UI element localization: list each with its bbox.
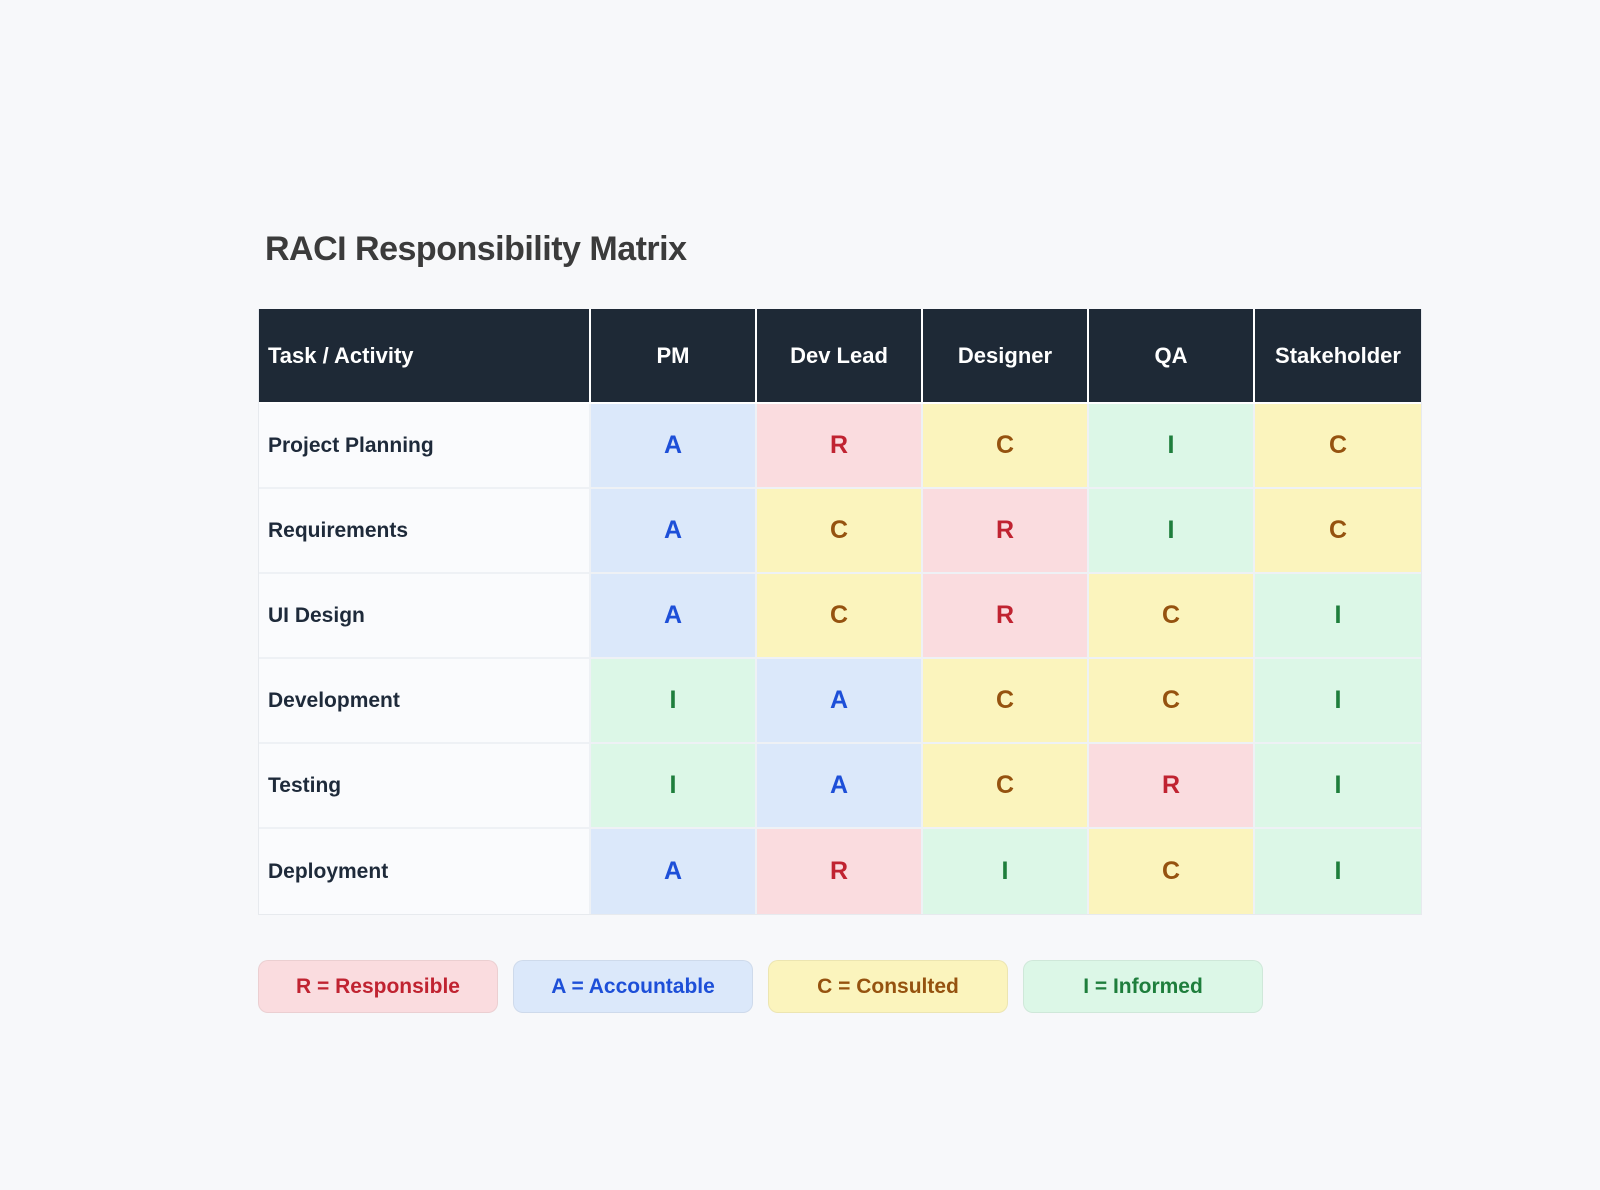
- table-row-development: DevelopmentIACCI: [259, 659, 1421, 744]
- legend-informed: I = Informed: [1023, 960, 1263, 1013]
- raci-cell-ui-design-pm: A: [591, 574, 757, 659]
- task-cell-requirements: Requirements: [259, 489, 591, 574]
- raci-cell-ui-design-stakeholder: I: [1255, 574, 1421, 659]
- column-header-qa: QA: [1089, 309, 1255, 404]
- raci-cell-ui-design-qa: C: [1089, 574, 1255, 659]
- raci-cell-testing-qa: R: [1089, 744, 1255, 829]
- column-header-stakeholder: Stakeholder: [1255, 309, 1421, 404]
- raci-cell-development-stakeholder: I: [1255, 659, 1421, 744]
- raci-cell-deployment-designer: I: [923, 829, 1089, 914]
- raci-cell-development-dev-lead: A: [757, 659, 923, 744]
- raci-cell-testing-stakeholder: I: [1255, 744, 1421, 829]
- raci-cell-development-qa: C: [1089, 659, 1255, 744]
- legend-responsible: R = Responsible: [258, 960, 498, 1013]
- raci-cell-ui-design-designer: R: [923, 574, 1089, 659]
- header-row: Task / ActivityPMDev LeadDesignerQAStake…: [259, 309, 1421, 404]
- column-header-pm: PM: [591, 309, 757, 404]
- raci-cell-development-pm: I: [591, 659, 757, 744]
- column-header-designer: Designer: [923, 309, 1089, 404]
- raci-cell-deployment-dev-lead: R: [757, 829, 923, 914]
- task-cell-ui-design: UI Design: [259, 574, 591, 659]
- raci-cell-requirements-designer: R: [923, 489, 1089, 574]
- column-header-task-activity: Task / Activity: [259, 309, 591, 404]
- raci-cell-deployment-stakeholder: I: [1255, 829, 1421, 914]
- task-cell-project-planning: Project Planning: [259, 404, 591, 489]
- raci-cell-requirements-qa: I: [1089, 489, 1255, 574]
- raci-legend: R = Responsible A = Accountable C = Consul…: [258, 960, 1420, 1013]
- table-row-requirements: RequirementsACRIC: [259, 489, 1421, 574]
- table-row-deployment: DeploymentARICI: [259, 829, 1421, 914]
- raci-cell-ui-design-dev-lead: C: [757, 574, 923, 659]
- raci-cell-requirements-dev-lead: C: [757, 489, 923, 574]
- raci-table-head: Task / ActivityPMDev LeadDesignerQAStake…: [259, 309, 1421, 404]
- task-cell-deployment: Deployment: [259, 829, 591, 914]
- raci-cell-testing-pm: I: [591, 744, 757, 829]
- table-row-project-planning: Project PlanningARCIC: [259, 404, 1421, 489]
- task-cell-development: Development: [259, 659, 591, 744]
- raci-cell-deployment-qa: C: [1089, 829, 1255, 914]
- raci-cell-project-planning-designer: C: [923, 404, 1089, 489]
- raci-cell-project-planning-qa: I: [1089, 404, 1255, 489]
- page-title: RACI Responsibility Matrix: [265, 230, 1420, 269]
- table-row-testing: TestingIACRI: [259, 744, 1421, 829]
- column-header-dev-lead: Dev Lead: [757, 309, 923, 404]
- raci-cell-requirements-stakeholder: C: [1255, 489, 1421, 574]
- legend-accountable: A = Accountable: [513, 960, 753, 1013]
- raci-cell-development-designer: C: [923, 659, 1089, 744]
- raci-cell-project-planning-stakeholder: C: [1255, 404, 1421, 489]
- table-row-ui-design: UI DesignACRCI: [259, 574, 1421, 659]
- raci-cell-testing-designer: C: [923, 744, 1089, 829]
- legend-consulted: C = Consulted: [768, 960, 1008, 1013]
- raci-table-body: Project PlanningARCICRequirementsACRICUI…: [259, 404, 1421, 914]
- raci-cell-project-planning-pm: A: [591, 404, 757, 489]
- raci-cell-project-planning-dev-lead: R: [757, 404, 923, 489]
- task-cell-testing: Testing: [259, 744, 591, 829]
- raci-cell-deployment-pm: A: [591, 829, 757, 914]
- raci-cell-requirements-pm: A: [591, 489, 757, 574]
- raci-cell-testing-dev-lead: A: [757, 744, 923, 829]
- raci-matrix-page: RACI Responsibility Matrix Task / Activi…: [258, 230, 1420, 1013]
- raci-table: Task / ActivityPMDev LeadDesignerQAStake…: [258, 309, 1422, 915]
